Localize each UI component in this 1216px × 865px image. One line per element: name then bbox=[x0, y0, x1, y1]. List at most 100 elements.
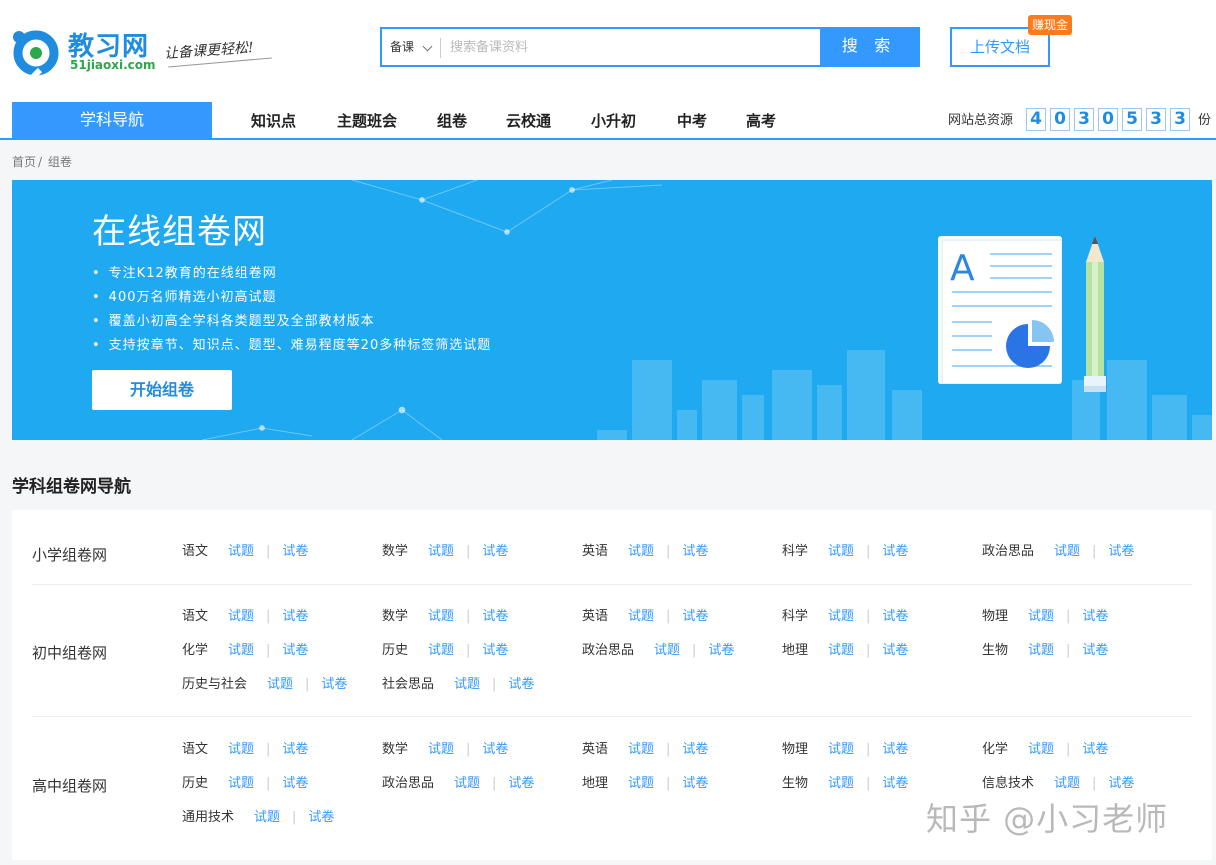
subject-papers-link[interactable]: 试卷 bbox=[308, 810, 334, 825]
subject-papers-link[interactable]: 试卷 bbox=[1082, 643, 1108, 658]
subject-papers-link[interactable]: 试卷 bbox=[282, 776, 308, 791]
nav-subject-navigation[interactable]: 学科导航 bbox=[12, 102, 212, 138]
subject-papers-link[interactable]: 试卷 bbox=[282, 742, 308, 757]
subject-questions-link[interactable]: 试题 bbox=[828, 643, 854, 658]
subject-entry: 生物 试题 | 试卷 bbox=[982, 641, 1108, 661]
group-title: 初中组卷网 bbox=[32, 644, 108, 662]
group-divider bbox=[32, 716, 1192, 717]
subject-papers-link[interactable]: 试卷 bbox=[882, 609, 908, 624]
subject-questions-link[interactable]: 试题 bbox=[828, 544, 854, 559]
subject-questions-link[interactable]: 试题 bbox=[1028, 609, 1054, 624]
link-separator: | bbox=[666, 742, 671, 757]
link-separator: | bbox=[866, 742, 871, 757]
subject-papers-link[interactable]: 试卷 bbox=[682, 776, 708, 791]
subject-name: 历史 bbox=[182, 776, 209, 791]
subject-questions-link[interactable]: 试题 bbox=[1028, 742, 1054, 757]
start-compose-button[interactable]: 开始组卷 bbox=[92, 370, 232, 410]
link-separator: | bbox=[666, 609, 671, 624]
subject-papers-link[interactable]: 试卷 bbox=[282, 609, 308, 624]
link-separator: | bbox=[866, 776, 871, 791]
subject-entry: 政治思品 试题 | 试卷 bbox=[582, 641, 734, 661]
subject-name: 政治思品 bbox=[582, 643, 635, 658]
subject-questions-link[interactable]: 试题 bbox=[228, 609, 254, 624]
earn-cash-badge: 赚现金 bbox=[1028, 15, 1073, 35]
subject-papers-link[interactable]: 试卷 bbox=[882, 776, 908, 791]
link-separator: | bbox=[666, 776, 671, 791]
subject-papers-link[interactable]: 试卷 bbox=[682, 609, 708, 624]
subject-papers-link[interactable]: 试卷 bbox=[882, 544, 908, 559]
subject-questions-link[interactable]: 试题 bbox=[628, 776, 654, 791]
subject-papers-link[interactable]: 试卷 bbox=[321, 677, 347, 692]
subject-entry: 化学 试题 | 试卷 bbox=[982, 740, 1108, 760]
subject-questions-link[interactable]: 试题 bbox=[628, 609, 654, 624]
subject-questions-link[interactable]: 试题 bbox=[228, 544, 254, 559]
subject-papers-link[interactable]: 试卷 bbox=[708, 643, 734, 658]
subject-papers-link[interactable]: 试卷 bbox=[1082, 742, 1108, 757]
nav-item-knowledge[interactable]: 知识点 bbox=[251, 110, 296, 131]
subject-questions-link[interactable]: 试题 bbox=[454, 677, 480, 692]
link-separator: | bbox=[266, 609, 271, 624]
subject-papers-link[interactable]: 试卷 bbox=[482, 643, 508, 658]
subject-questions-link[interactable]: 试题 bbox=[228, 643, 254, 658]
search-input[interactable] bbox=[450, 35, 810, 59]
subject-entry: 地理 试题 | 试卷 bbox=[782, 641, 908, 661]
link-separator: | bbox=[492, 776, 497, 791]
breadcrumb-home[interactable]: 首页 bbox=[12, 155, 36, 169]
subject-questions-link[interactable]: 试题 bbox=[228, 776, 254, 791]
subject-questions-link[interactable]: 试题 bbox=[654, 643, 680, 658]
subject-questions-link[interactable]: 试题 bbox=[428, 544, 454, 559]
nav-item-primary-to-junior[interactable]: 小升初 bbox=[591, 110, 636, 131]
nav-item-gaokao[interactable]: 高考 bbox=[746, 110, 776, 131]
subject-papers-link[interactable]: 试卷 bbox=[682, 742, 708, 757]
subject-papers-link[interactable]: 试卷 bbox=[482, 742, 508, 757]
subject-papers-link[interactable]: 试卷 bbox=[882, 742, 908, 757]
subject-questions-link[interactable]: 试题 bbox=[267, 677, 293, 692]
subject-questions-link[interactable]: 试题 bbox=[828, 742, 854, 757]
subject-questions-link[interactable]: 试题 bbox=[1054, 776, 1080, 791]
subject-papers-link[interactable]: 试卷 bbox=[1082, 609, 1108, 624]
header: 教习网 51jiaoxi.com 让备课更轻松! 备课 搜 索 上传文档 赚现金 bbox=[0, 0, 1216, 100]
subject-papers-link[interactable]: 试卷 bbox=[282, 544, 308, 559]
subject-papers-link[interactable]: 试卷 bbox=[1108, 776, 1134, 791]
subject-questions-link[interactable]: 试题 bbox=[1054, 544, 1080, 559]
nav-item-cloud-school[interactable]: 云校通 bbox=[506, 110, 551, 131]
search-category-label: 备课 bbox=[390, 40, 415, 54]
subject-questions-link[interactable]: 试题 bbox=[828, 776, 854, 791]
subject-papers-link[interactable]: 试卷 bbox=[482, 609, 508, 624]
link-separator: | bbox=[692, 643, 697, 658]
subject-questions-link[interactable]: 试题 bbox=[428, 742, 454, 757]
subject-questions-link[interactable]: 试题 bbox=[628, 742, 654, 757]
subject-questions-link[interactable]: 试题 bbox=[628, 544, 654, 559]
link-separator: | bbox=[666, 544, 671, 559]
subject-questions-link[interactable]: 试题 bbox=[428, 609, 454, 624]
subject-questions-link[interactable]: 试题 bbox=[428, 643, 454, 658]
subject-papers-link[interactable]: 试卷 bbox=[482, 544, 508, 559]
subject-questions-link[interactable]: 试题 bbox=[828, 609, 854, 624]
subject-name: 政治思品 bbox=[382, 776, 435, 791]
link-separator: | bbox=[305, 677, 310, 692]
subject-papers-link[interactable]: 试卷 bbox=[882, 643, 908, 658]
link-separator: | bbox=[466, 544, 471, 559]
subject-papers-link[interactable]: 试卷 bbox=[282, 643, 308, 658]
search-button[interactable]: 搜 索 bbox=[820, 29, 918, 65]
nav-item-zhongkao[interactable]: 中考 bbox=[677, 110, 707, 131]
subject-questions-link[interactable]: 试题 bbox=[254, 810, 280, 825]
subject-questions-link[interactable]: 试题 bbox=[228, 742, 254, 757]
subject-entry: 语文 试题 | 试卷 bbox=[182, 607, 308, 627]
nav-item-class-meeting[interactable]: 主题班会 bbox=[337, 110, 397, 131]
subject-questions-link[interactable]: 试题 bbox=[454, 776, 480, 791]
nav-item-compose-paper[interactable]: 组卷 bbox=[437, 110, 467, 131]
subject-questions-link[interactable]: 试题 bbox=[1028, 643, 1054, 658]
link-separator: | bbox=[1066, 609, 1071, 624]
subject-name: 政治思品 bbox=[982, 544, 1035, 559]
search-category-select[interactable]: 备课 bbox=[382, 29, 442, 65]
subject-papers-link[interactable]: 试卷 bbox=[508, 677, 534, 692]
subject-papers-link[interactable]: 试卷 bbox=[1108, 544, 1134, 559]
subject-name: 数学 bbox=[382, 742, 409, 757]
subject-papers-link[interactable]: 试卷 bbox=[508, 776, 534, 791]
resource-digit: 5 bbox=[1122, 108, 1142, 131]
subject-entry: 生物 试题 | 试卷 bbox=[782, 774, 908, 794]
site-logo[interactable]: 教习网 51jiaoxi.com 让备课更轻松! bbox=[10, 24, 280, 80]
subject-papers-link[interactable]: 试卷 bbox=[682, 544, 708, 559]
resource-counter: 4 0 3 0 5 3 3 bbox=[1026, 108, 1194, 131]
